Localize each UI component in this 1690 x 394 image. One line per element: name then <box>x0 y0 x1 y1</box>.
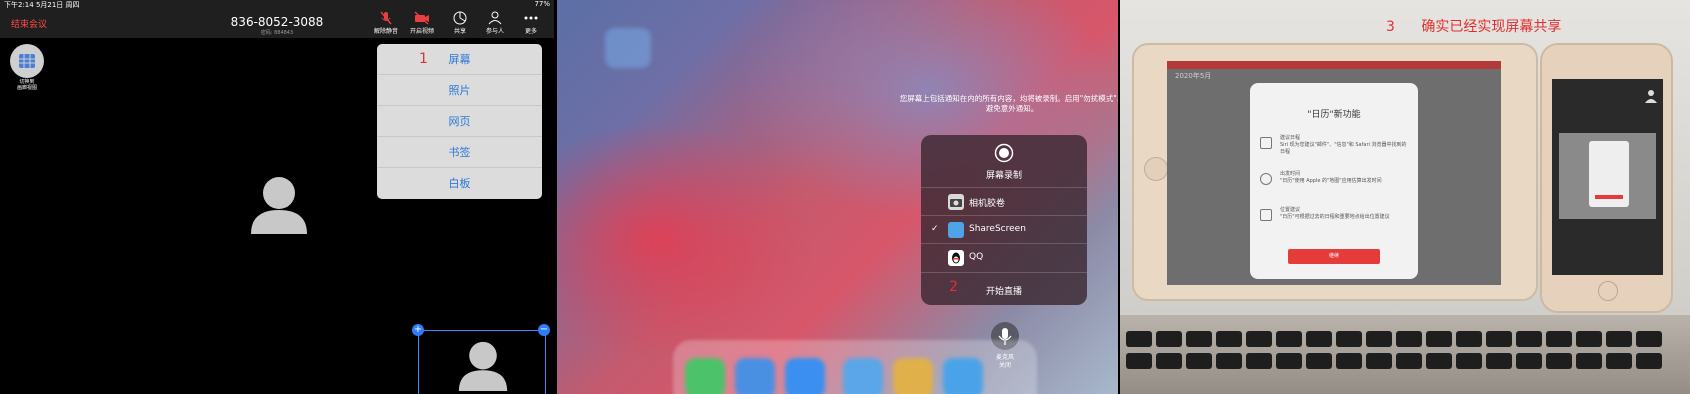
zoom-meeting-panel: 下午2:14 5月21日 周四 77% 结束会议 836-8052-3088 密… <box>0 0 554 394</box>
recording-notice: 您屏幕上包括通知在内的所有内容，均将被录制。启用"勿扰模式"以避免意外通知。 <box>899 94 1118 113</box>
ipad-device: 2020年5月 "日历"新功能 建议日程 Siri 现为您建议"邮件"、"信息"… <box>1132 43 1538 301</box>
safari-app-icon <box>735 358 775 394</box>
more-icon <box>524 16 538 20</box>
broadcast-option-camera-roll[interactable]: 相机胶卷 <box>921 187 1087 215</box>
share-option-label: 屏幕 <box>448 53 471 66</box>
share-option-whiteboard[interactable]: 白板 <box>377 168 542 199</box>
share-option-photos[interactable]: 照片 <box>377 75 542 106</box>
photos-app-icon <box>893 358 933 394</box>
app-store-icon <box>785 358 825 394</box>
messages-app-icon <box>685 358 725 394</box>
unmute-label: 解除静音 <box>373 28 398 35</box>
thumbnail-expand-icon[interactable]: + <box>412 324 424 336</box>
caption-text: 确实已经实现屏幕共享 <box>1421 19 1562 35</box>
photo-panel: 3 确实已经实现屏幕共享 2020年5月 "日历"新功能 建议日程 Siri 现 <box>1120 0 1690 394</box>
screenshot-collage: 下午2:14 5月21日 周四 77% 结束会议 836-8052-3088 密… <box>0 0 1690 394</box>
status-bar-time: 下午2:14 5月21日 周四 <box>4 1 80 9</box>
thumbnail-collapse-icon[interactable]: − <box>538 324 550 336</box>
iphone-device <box>1540 43 1673 313</box>
gallery-view-button[interactable] <box>10 44 44 78</box>
number-key-row <box>1126 353 1662 369</box>
location-icon <box>1260 209 1272 221</box>
files-app-icon <box>943 358 983 394</box>
start-video-label: 开启视频 <box>409 28 434 35</box>
sharescreen-dock-icon <box>843 358 883 394</box>
step-number-3: 3 <box>1386 19 1395 35</box>
iphone-screen <box>1552 79 1663 275</box>
more-button[interactable]: 更多 <box>511 11 551 35</box>
broadcast-option-qq[interactable]: QQ <box>921 243 1087 271</box>
continue-button: 继续 <box>1288 249 1380 264</box>
grid-icon <box>19 54 35 68</box>
dialog-feature-item: 位置建议 "日历"可根据过去的日程和重要地点给出位置建议 <box>1260 207 1410 237</box>
participants-button[interactable]: 参与人 <box>475 11 515 35</box>
option-label: 相机胶卷 <box>969 199 1006 209</box>
share-icon <box>453 11 467 25</box>
sharescreen-app-icon <box>948 222 964 238</box>
calendar-whats-new-dialog: "日历"新功能 建议日程 Siri 现为您建议"邮件"、"信息"和 Safari… <box>1250 83 1418 279</box>
screen-recording-title: 屏幕录制 <box>985 171 1022 181</box>
ipad-screen: 2020年5月 "日历"新功能 建议日程 Siri 现为您建议"邮件"、"信息"… <box>1167 61 1501 285</box>
participants-icon <box>488 11 502 25</box>
person-icon <box>1645 90 1657 103</box>
self-video-thumbnail[interactable] <box>418 330 546 394</box>
broadcast-option-sharescreen[interactable]: ✓ ShareScreen <box>921 215 1087 243</box>
more-label: 更多 <box>524 28 537 35</box>
step-number-1: 1 <box>419 51 428 67</box>
qq-app-icon <box>948 250 964 266</box>
photo-caption: 3 确实已经实现屏幕共享 <box>1386 16 1561 36</box>
start-broadcast-label: 开始直播 <box>985 287 1022 297</box>
share-label: 共享 <box>453 28 466 35</box>
gallery-view-label: 切换到 画廊视图 <box>16 79 37 91</box>
checkmark-icon: ✓ <box>931 224 939 234</box>
battery-level: 77% <box>534 0 550 8</box>
mic-muted-icon <box>380 11 392 25</box>
start-video-button[interactable]: 开启视频 <box>402 11 442 35</box>
share-option-webpage[interactable]: 网页 <box>377 106 542 137</box>
share-button[interactable]: 共享 <box>440 11 480 35</box>
dialog-feature-item: 出发时间 "日历"使用 Apple 的"地图"应用估算出发时间 <box>1260 171 1410 201</box>
option-label: ShareScreen <box>969 224 1026 234</box>
ipad-status-bar <box>1167 61 1501 69</box>
unmute-button[interactable]: 解除静音 <box>366 11 406 35</box>
meeting-toolbar: 下午2:14 5月21日 周四 77% 结束会议 836-8052-3088 密… <box>0 0 554 38</box>
self-avatar-icon <box>458 341 508 391</box>
participant-avatar-icon <box>251 177 307 234</box>
start-broadcast-button[interactable]: 2 开始直播 <box>921 272 1087 305</box>
camera-icon <box>948 194 964 210</box>
blurred-app-icon <box>605 28 651 68</box>
video-off-icon <box>414 11 429 25</box>
control-center-panel: 您屏幕上包括通知在内的所有内容，均将被录制。启用"勿扰模式"以避免意外通知。 屏… <box>557 0 1118 394</box>
share-option-bookmark[interactable]: 书签 <box>377 137 542 168</box>
option-label: QQ <box>969 252 984 262</box>
dialog-feature-item: 建议日程 Siri 现为您建议"邮件"、"信息"和 Safari 浏览器中找到的… <box>1260 135 1410 165</box>
wallpaper-blur-red <box>557 120 817 360</box>
dialog-title: "日历"新功能 <box>1307 110 1361 120</box>
clock-icon <box>1260 173 1272 185</box>
participants-label: 参与人 <box>485 28 504 35</box>
ipad-home-button <box>1144 157 1168 181</box>
share-option-screen[interactable]: 1 屏幕 <box>377 44 542 75</box>
record-icon[interactable] <box>994 143 1014 163</box>
mirrored-button <box>1595 195 1623 199</box>
share-menu: 1 屏幕 照片 网页 书签 白板 <box>377 44 542 199</box>
screen-recording-panel: 屏幕录制 相机胶卷 ✓ ShareScreen QQ 2 开始直播 <box>921 135 1087 305</box>
calendar-month: 2020年5月 <box>1175 72 1212 80</box>
mail-icon <box>1260 137 1272 149</box>
iphone-home-button <box>1598 281 1618 301</box>
laptop-keyboard <box>1120 315 1690 394</box>
function-key-row <box>1126 331 1662 347</box>
mirrored-ipad-screen <box>1559 133 1656 219</box>
